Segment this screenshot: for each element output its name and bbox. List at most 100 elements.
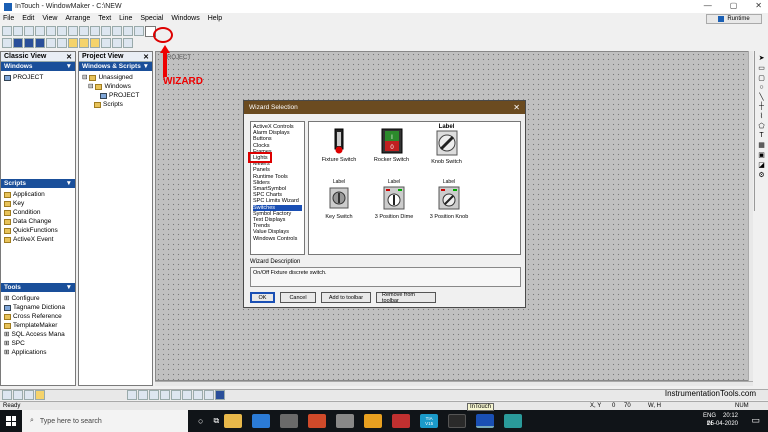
remove-from-toolbar-button[interactable]: Remove from toolbar: [376, 292, 436, 304]
script-item-activex-event[interactable]: ActiveX Event: [4, 235, 72, 244]
terminal-icon[interactable]: [448, 414, 467, 428]
font-icon[interactable]: [2, 38, 12, 48]
menu-windows[interactable]: Windows: [171, 15, 199, 22]
ellipse-icon[interactable]: ○: [759, 84, 763, 91]
expand-icon[interactable]: ⊞: [4, 348, 9, 357]
wizard-item-key-switch[interactable]: Label Key Switch: [319, 179, 359, 220]
copy-icon[interactable]: [68, 26, 78, 36]
store-icon[interactable]: [280, 414, 299, 428]
script-item-data-change[interactable]: Data Change: [4, 217, 72, 226]
grid-icon[interactable]: [215, 390, 225, 400]
tool-app-icon[interactable]: [336, 414, 355, 428]
layout-icon[interactable]: [2, 390, 12, 400]
script-item-application[interactable]: Application: [4, 190, 72, 199]
expand-icon[interactable]: ⊞: [4, 339, 9, 348]
menu-view[interactable]: View: [42, 15, 57, 22]
add-to-toolbar-button[interactable]: Add to toolbar: [321, 292, 371, 303]
horizontal-scrollbar[interactable]: [155, 381, 753, 386]
fill-color-icon[interactable]: [112, 38, 122, 48]
edge-icon[interactable]: [252, 414, 271, 428]
intouch-taskbar-icon[interactable]: [476, 414, 495, 428]
italic-icon[interactable]: [24, 38, 34, 48]
notification-icon[interactable]: ▭: [751, 415, 760, 426]
tool-item-configure[interactable]: ⊞ Configure: [4, 294, 72, 303]
app-red-icon[interactable]: [392, 414, 411, 428]
select-arrow-icon[interactable]: ➤: [759, 54, 765, 62]
wizard-tool-icon[interactable]: ⚙: [758, 171, 764, 179]
align-center-icon[interactable]: [79, 38, 89, 48]
maximize-button[interactable]: ▢: [730, 1, 738, 10]
start-button[interactable]: [0, 410, 22, 432]
delete-icon[interactable]: [123, 26, 133, 36]
menu-special[interactable]: Special: [140, 15, 163, 22]
tools-header[interactable]: Tools ▼: [1, 283, 75, 292]
rectangle-icon[interactable]: ▭: [758, 64, 765, 72]
redo-icon[interactable]: [101, 26, 111, 36]
wizard-item-knob-switch[interactable]: Label Knob Switch: [424, 124, 469, 165]
runtime-button[interactable]: Runtime: [706, 14, 762, 24]
align-right-icon[interactable]: [90, 38, 100, 48]
minimize-button[interactable]: —: [704, 1, 712, 10]
add-window-icon[interactable]: [24, 390, 34, 400]
windowmaker-taskbar-icon[interactable]: [504, 414, 523, 428]
rounded-rectangle-icon[interactable]: ▢: [758, 74, 765, 82]
tool-item-applications[interactable]: ⊞ Applications: [4, 348, 72, 357]
file-explorer-icon[interactable]: [224, 414, 243, 428]
collapse-icon[interactable]: ⊟: [82, 73, 87, 82]
bitmap-icon[interactable]: ▦: [758, 141, 765, 149]
tool-item-sql-access[interactable]: ⊞ SQL Access Mana: [4, 330, 72, 339]
tree-item-project[interactable]: PROJECT: [4, 73, 72, 82]
windows-header[interactable]: Windows ▼: [1, 62, 75, 71]
new-icon[interactable]: [2, 26, 12, 36]
task-view-icon[interactable]: ⧉: [213, 416, 219, 426]
font-larger-icon[interactable]: [46, 38, 56, 48]
polyline-icon[interactable]: ⌇: [760, 112, 763, 120]
tool-item-spc[interactable]: ⊞ SPC: [4, 339, 72, 348]
save-all-icon[interactable]: [35, 26, 45, 36]
scripts-header[interactable]: Scripts ▼: [1, 179, 75, 188]
zoom-icon[interactable]: [204, 390, 214, 400]
font-smaller-icon[interactable]: [57, 38, 67, 48]
wizard-item-3-position-knob[interactable]: Label 3 Position Knob: [424, 179, 474, 220]
duplicate-icon[interactable]: [112, 26, 122, 36]
palette-icon[interactable]: [35, 390, 45, 400]
align-icon[interactable]: [138, 390, 148, 400]
menu-arrange[interactable]: Arrange: [65, 15, 90, 22]
ungroup-icon[interactable]: [171, 390, 181, 400]
taskbar-search[interactable]: ⌕ Type here to search: [22, 410, 188, 432]
menu-file[interactable]: File: [3, 15, 14, 22]
line-icon[interactable]: ╲: [759, 93, 763, 101]
tool-item-cross-reference[interactable]: Cross Reference: [4, 312, 72, 321]
chrome-icon[interactable]: [364, 414, 383, 428]
button-icon[interactable]: ▣: [758, 151, 765, 159]
tree-item-scripts[interactable]: Scripts: [82, 100, 149, 109]
polygon-icon[interactable]: ⬠: [758, 122, 764, 130]
bold-icon[interactable]: [13, 38, 23, 48]
category-item[interactable]: SPC Limits Wizard: [253, 198, 302, 204]
tia-portal-icon[interactable]: TIA V15: [420, 414, 439, 428]
office-icon[interactable]: [308, 414, 327, 428]
menu-edit[interactable]: Edit: [22, 15, 34, 22]
menu-help[interactable]: Help: [208, 15, 222, 22]
script-item-key[interactable]: Key: [4, 199, 72, 208]
tree-item-unassigned[interactable]: ⊟ Unassigned: [82, 73, 149, 82]
trend-icon[interactable]: ◪: [758, 161, 765, 169]
dialog-close-icon[interactable]: ✕: [513, 103, 520, 112]
tool-item-templatemaker[interactable]: TemplateMaker: [4, 321, 72, 330]
cut-icon[interactable]: [57, 26, 67, 36]
underline-icon[interactable]: [35, 38, 45, 48]
close-button[interactable]: ✕: [755, 1, 762, 10]
wizard-item-rocker-switch[interactable]: I 0 Rocker Switch: [369, 128, 414, 163]
wizard-item-3-position-dime[interactable]: Label 3 Position Dime: [369, 179, 419, 220]
window-list-icon[interactable]: [13, 390, 23, 400]
text-color-icon[interactable]: [123, 38, 133, 48]
close-icon[interactable]: ✕: [143, 53, 149, 61]
close-icon[interactable]: ✕: [66, 53, 72, 61]
system-clock[interactable]: 20:12 25-04-2020: [707, 412, 738, 428]
wizard-item-fixture-switch[interactable]: Fixture Switch: [319, 128, 359, 163]
collapse-icon[interactable]: ⊟: [88, 82, 93, 91]
save-icon[interactable]: [24, 26, 34, 36]
find-icon[interactable]: [134, 26, 144, 36]
script-item-condition[interactable]: Condition: [4, 208, 72, 217]
cancel-button[interactable]: Cancel: [280, 292, 316, 303]
